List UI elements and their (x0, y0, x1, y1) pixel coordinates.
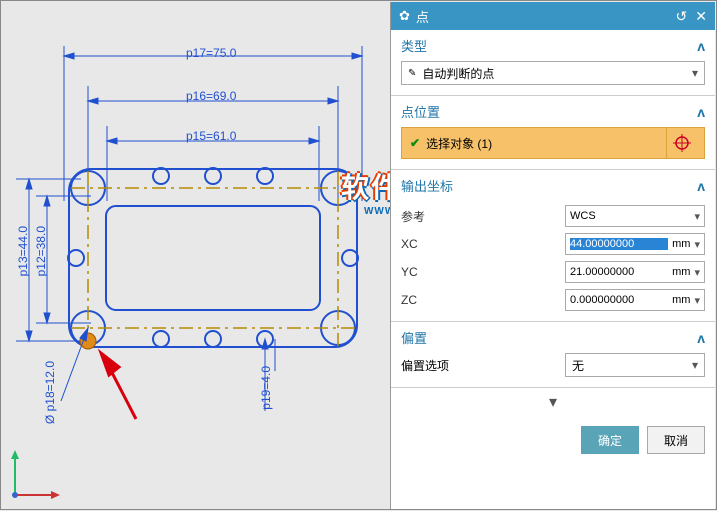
select-object-label: 选择对象 (1) (426, 135, 492, 152)
xc-input[interactable] (570, 238, 668, 250)
section-location-label: 点位置 (401, 102, 440, 121)
chevron-up-icon: ᴧ (697, 104, 705, 120)
point-dialog: ✿ 点 ↺ ✕ 类型 ᴧ ✎ 自动判断的点 ▾ 点位置 ᴧ ✔ 选择对象 (1) (390, 2, 715, 509)
chevron-down-icon: ▾ (694, 210, 700, 223)
offset-opt-label: 偏置选项 (401, 357, 449, 374)
ref-label: 参考 (401, 208, 557, 225)
yc-input[interactable] (570, 266, 668, 278)
zc-input[interactable] (570, 294, 668, 306)
section-output-label: 输出坐标 (401, 176, 453, 195)
section-type: 类型 ᴧ ✎ 自动判断的点 ▾ (391, 30, 715, 96)
dim-p15: p15=61.0 (186, 129, 236, 143)
select-object-row[interactable]: ✔ 选择对象 (1) (401, 127, 705, 159)
ref-value: WCS (570, 210, 694, 222)
ref-combo[interactable]: WCS ▾ (565, 205, 705, 227)
zc-label: ZC (401, 293, 557, 307)
dim-p18: Ø p18=12.0 (43, 361, 57, 424)
chevron-up-icon: ᴧ (697, 38, 705, 54)
section-type-label: 类型 (401, 36, 427, 55)
target-button[interactable] (666, 128, 696, 158)
wand-icon: ✎ (408, 68, 416, 79)
section-location-header[interactable]: 点位置 ᴧ (401, 102, 705, 121)
chevron-down-icon: ▾ (694, 238, 700, 251)
chevron-up-icon: ᴧ (697, 178, 705, 194)
reset-icon[interactable]: ↺ (676, 8, 688, 25)
zc-field[interactable]: mm ▾ (565, 289, 705, 311)
section-offset: 偏置 ᴧ 偏置选项 无 ▾ (391, 322, 715, 388)
chevron-down-icon: ▾ (549, 394, 557, 411)
check-icon: ✔ (410, 136, 420, 150)
dim-p12: p12=38.0 (34, 226, 48, 276)
type-combo-value: 自动判断的点 (422, 65, 494, 82)
expand-toggle[interactable]: ▾ (391, 388, 715, 416)
xc-label: XC (401, 237, 557, 251)
yc-field[interactable]: mm ▾ (565, 261, 705, 283)
type-combo[interactable]: ✎ 自动判断的点 ▾ (401, 61, 705, 85)
dim-p17: p17=75.0 (186, 46, 236, 60)
yc-unit: mm (672, 266, 690, 278)
section-offset-header[interactable]: 偏置 ᴧ (401, 328, 705, 347)
yc-label: YC (401, 265, 557, 279)
cancel-button[interactable]: 取消 (647, 426, 705, 454)
chevron-down-icon: ▾ (694, 294, 700, 307)
chevron-up-icon: ᴧ (697, 330, 705, 346)
button-row: 确定 取消 (391, 416, 715, 464)
dim-p19: p19=4.0 (259, 366, 273, 410)
dim-p13: p13=44.0 (16, 226, 30, 276)
panel-title: 点 (416, 7, 429, 26)
section-offset-label: 偏置 (401, 328, 427, 347)
chevron-down-icon: ▾ (692, 66, 698, 80)
close-icon[interactable]: ✕ (695, 8, 707, 25)
axis-triad (5, 445, 65, 505)
section-output: 输出坐标 ᴧ 参考 WCS ▾ XC mm ▾ YC mm ▾ ZC (391, 170, 715, 322)
offset-combo[interactable]: 无 ▾ (565, 353, 705, 377)
crosshair-icon (673, 134, 691, 152)
dim-p16: p16=69.0 (186, 89, 236, 103)
gear-icon: ✿ (399, 8, 410, 24)
offset-combo-value: 无 (572, 357, 698, 374)
chevron-down-icon: ▾ (694, 266, 700, 279)
panel-titlebar[interactable]: ✿ 点 ↺ ✕ (391, 2, 715, 30)
section-location: 点位置 ᴧ ✔ 选择对象 (1) (391, 96, 715, 170)
xc-unit: mm (672, 238, 690, 250)
zc-unit: mm (672, 294, 690, 306)
section-output-header[interactable]: 输出坐标 ᴧ (401, 176, 705, 195)
section-type-header[interactable]: 类型 ᴧ (401, 36, 705, 55)
drawing-canvas[interactable]: p17=75.0 p16=69.0 p15=61.0 p13=44.0 p12=… (1, 1, 391, 511)
ok-button[interactable]: 确定 (581, 426, 639, 454)
chevron-down-icon: ▾ (692, 358, 698, 372)
xc-field[interactable]: mm ▾ (565, 233, 705, 255)
